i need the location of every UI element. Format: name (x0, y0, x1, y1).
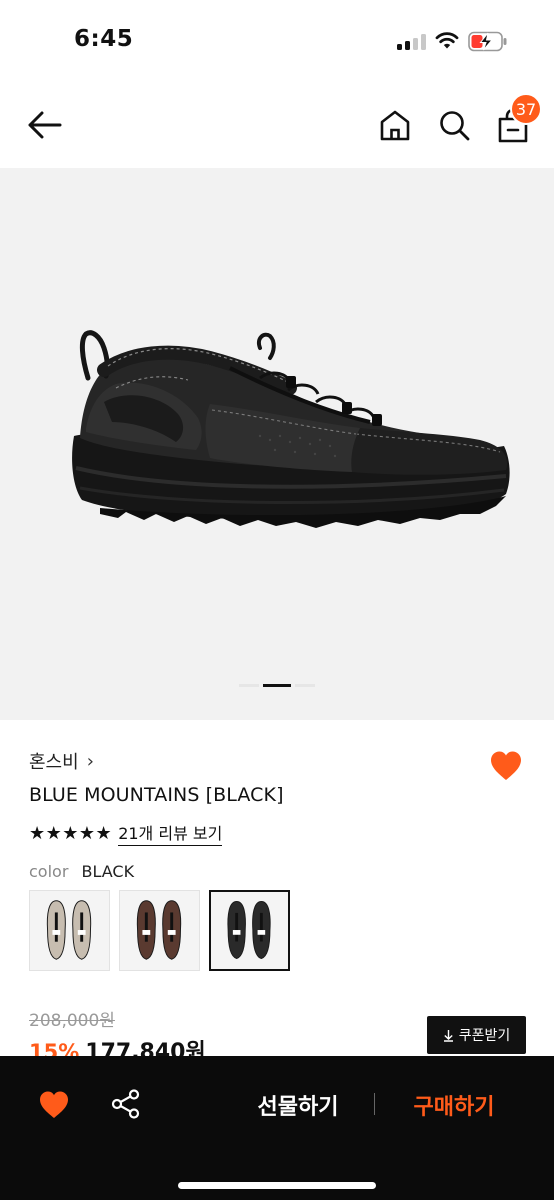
back-arrow-icon[interactable] (26, 108, 64, 142)
status-time: 6:45 (74, 26, 134, 52)
cart-count-badge: 37 (510, 93, 542, 125)
bottom-action-bar: 선물하기 구매하기 (0, 1056, 554, 1200)
product-image-carousel[interactable] (0, 168, 554, 720)
color-option-black[interactable] (209, 890, 290, 971)
heart-icon[interactable] (38, 1090, 70, 1120)
home-indicator (178, 1182, 376, 1189)
color-option-beige[interactable] (29, 890, 110, 971)
wishlist-heart-icon[interactable] (489, 750, 523, 782)
color-option-brown[interactable] (119, 890, 200, 971)
image-pager (239, 684, 319, 687)
brand-name: 혼스비 (29, 752, 79, 773)
product-shoe-image (72, 330, 510, 528)
top-navigation-bar: 37 (0, 84, 554, 168)
buy-button[interactable]: 구매하기 (398, 1088, 510, 1122)
product-title: BLUE MOUNTAINS [BLACK] (29, 784, 284, 806)
divider (374, 1093, 375, 1115)
home-icon[interactable] (378, 108, 412, 142)
swatch-shoe-image (227, 901, 271, 960)
chevron-right-icon: › (86, 750, 94, 772)
brand-link[interactable]: 혼스비 › (29, 748, 94, 774)
download-arrow-icon (443, 1029, 453, 1042)
rating-stars: ★★★★★ (29, 822, 113, 844)
color-value: BLACK (81, 862, 135, 881)
pager-dot (239, 684, 259, 687)
swatch-shoe-image (136, 900, 182, 960)
battery-charging-icon (468, 31, 507, 52)
pager-dot (295, 684, 315, 687)
pager-dot-active (263, 684, 291, 687)
gift-button[interactable]: 선물하기 (240, 1088, 356, 1122)
share-icon[interactable] (110, 1088, 142, 1120)
coupon-label: 쿠폰받기 (458, 1028, 511, 1044)
swatch-shoe-image (46, 900, 92, 960)
wifi-icon (435, 32, 459, 49)
rating-row: ★★★★★ 21개 리뷰 보기 (29, 820, 223, 846)
review-link[interactable]: 21개 리뷰 보기 (118, 820, 223, 846)
status-bar: 6:45 (0, 0, 554, 84)
original-price: 208,000원 (29, 1011, 115, 1031)
color-label: color (29, 862, 69, 881)
color-row: color BLACK (29, 862, 134, 881)
cellular-signal-icon (397, 34, 427, 50)
search-icon[interactable] (437, 108, 471, 142)
coupon-button[interactable]: 쿠폰받기 (427, 1016, 526, 1054)
